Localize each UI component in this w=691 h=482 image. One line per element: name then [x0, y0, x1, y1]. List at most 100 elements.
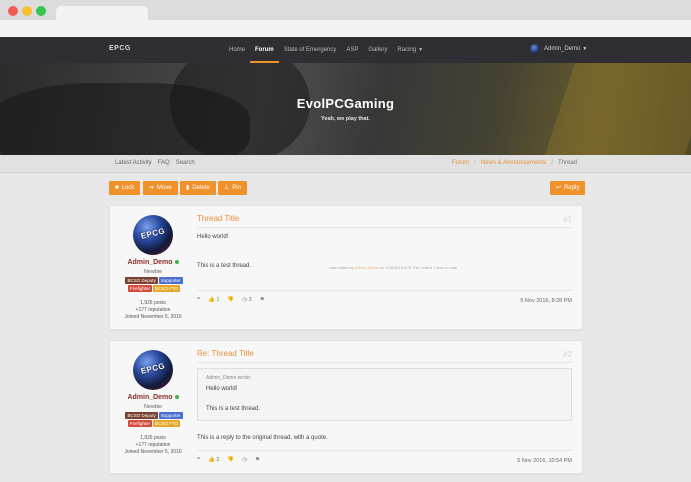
- avatar-logo-text: EPCG: [139, 361, 167, 376]
- breadcrumb-separator: /: [474, 160, 476, 166]
- clock-icon: ◷: [242, 457, 248, 463]
- view-button[interactable]: ◷ 3: [242, 297, 251, 303]
- author-post-count: 1,926 posts: [140, 435, 166, 441]
- thumbs-up-icon: 👍: [207, 457, 215, 463]
- nav-racing-label: Racing: [397, 47, 417, 53]
- breadcrumb-forum[interactable]: Forum: [452, 160, 469, 166]
- author-post-count: 1,926 posts: [140, 300, 166, 306]
- author-reputation: +177 reputation: [135, 307, 171, 313]
- post-text-line: This is a reply to the original thread, …: [197, 435, 328, 441]
- badge-firefighter: Firefighter: [127, 420, 153, 427]
- breadcrumb-news[interactable]: News & Announcements: [481, 160, 546, 166]
- quote-author: Admin_Demo wrote:: [206, 375, 252, 381]
- author-rank: Newbie: [143, 269, 163, 275]
- user-avatar-small: [530, 44, 540, 54]
- post-actions: ❝ 👍 1 👎 ◷ 3 ⚑: [197, 297, 265, 303]
- lock-button[interactable]: ■ Lock: [109, 181, 141, 195]
- edited-by-link[interactable]: Admin_Demo: [355, 265, 379, 270]
- minimize-window-dot[interactable]: [22, 6, 32, 16]
- author-rank: Newbie: [143, 404, 163, 410]
- maximize-window-dot[interactable]: [36, 6, 46, 16]
- quick-links: Latest Activity FAQ Search: [115, 160, 195, 166]
- author-name-label: Admin_Demo: [127, 259, 173, 266]
- author-badges: BCSO Deputy Supporter Firefighter BCSO F…: [123, 277, 185, 292]
- quote-text-line: This is a test thread.: [206, 406, 261, 412]
- badge-firefighter: Firefighter: [127, 285, 153, 292]
- chevron-down-icon: ▼: [582, 46, 588, 52]
- search-link[interactable]: Search: [176, 160, 195, 166]
- post-number[interactable]: #1: [563, 215, 572, 224]
- post-date: 5 Nov 2016, 8:28 PM: [520, 298, 572, 304]
- badge-supporter: Supporter: [158, 412, 183, 419]
- nav-racing[interactable]: Racing ▼: [392, 37, 428, 63]
- like-count: 2: [216, 457, 220, 463]
- site-title: EvolPCGaming: [296, 96, 395, 111]
- clock-icon: ◷: [242, 297, 248, 303]
- thumbs-down-icon[interactable]: 👎: [227, 297, 234, 303]
- lock-label: Lock: [121, 185, 135, 191]
- flag-icon[interactable]: ⚑: [255, 457, 260, 463]
- move-label: Move: [157, 185, 172, 191]
- thumbs-up-icon: 👍: [207, 297, 215, 303]
- user-menu[interactable]: Admin_Demo ▼: [530, 44, 587, 54]
- quote-text-line: Hello world!: [206, 386, 238, 392]
- author-reputation: +177 reputation: [135, 442, 171, 448]
- badge-bcso-fto: BCSO FTO: [153, 420, 181, 427]
- divider: [197, 227, 572, 228]
- divider: [197, 450, 572, 451]
- view-button[interactable]: ◷: [242, 457, 247, 463]
- quote-icon[interactable]: ❝: [197, 297, 200, 303]
- nav-state-of-emergency[interactable]: State of Emergency: [279, 37, 342, 63]
- brand-logo[interactable]: EPCG: [109, 45, 131, 52]
- author-name[interactable]: Admin_Demo: [110, 394, 196, 401]
- edited-suffix: on 11/6/2016 8:31 PM; edited 1 time in t…: [379, 265, 457, 270]
- breadcrumb: Forum / News & Announcements / Thread: [452, 160, 577, 166]
- lock-icon: ■: [115, 185, 119, 191]
- online-status-icon: [174, 395, 179, 400]
- like-count: 1: [216, 297, 220, 303]
- post-title[interactable]: Thread Title: [197, 214, 239, 223]
- author-name-label: Admin_Demo: [127, 394, 173, 401]
- reply-button[interactable]: ↩ Reply: [550, 181, 586, 195]
- author-joined: Joined November 5, 2016: [124, 314, 182, 320]
- divider: [197, 290, 572, 291]
- online-status-icon: [174, 260, 179, 265]
- browser-tab[interactable]: [56, 6, 148, 20]
- edited-notice: Last edited by Admin_Demo on 11/6/2016 8…: [197, 265, 572, 270]
- delete-button[interactable]: ▮ Delete: [180, 181, 216, 195]
- edited-prefix: Last edited by: [328, 265, 354, 270]
- breadcrumb-current: Thread: [557, 160, 577, 166]
- post-text-line: Hello world!: [197, 234, 229, 240]
- avatar[interactable]: EPCG: [133, 350, 173, 390]
- avatar-logo-text: EPCG: [139, 226, 167, 241]
- nav-asp[interactable]: ASP: [341, 37, 363, 63]
- post-number[interactable]: #2: [563, 350, 572, 359]
- post-title[interactable]: Re: Thread Title: [197, 349, 254, 358]
- nav-forum[interactable]: Forum: [250, 37, 279, 63]
- thumbs-down-icon[interactable]: 👎: [227, 457, 234, 463]
- close-window-dot[interactable]: [8, 6, 18, 16]
- flag-icon[interactable]: ⚑: [260, 297, 265, 303]
- quote-icon[interactable]: ❝: [197, 457, 200, 463]
- view-count: 3: [248, 297, 252, 303]
- like-button[interactable]: 👍 1: [208, 297, 219, 303]
- move-icon: ➔: [149, 185, 155, 191]
- pin-icon: ⊥: [224, 185, 230, 191]
- post-card: EPCG Admin_Demo Newbie BCSO Deputy Suppo…: [109, 205, 583, 330]
- browser-toolbar: [0, 20, 691, 37]
- reply-label: Reply: [564, 185, 580, 191]
- chevron-down-icon: ▼: [418, 47, 424, 53]
- post-card: EPCG Admin_Demo Newbie BCSO Deputy Suppo…: [109, 340, 583, 474]
- move-button[interactable]: ➔ Move: [143, 181, 178, 195]
- author-name[interactable]: Admin_Demo: [110, 259, 196, 266]
- pin-button[interactable]: ⊥ Pin: [218, 181, 247, 195]
- nav-gallery[interactable]: Gallery: [363, 37, 392, 63]
- faq-link[interactable]: FAQ: [158, 160, 170, 166]
- badge-supporter: Supporter: [158, 277, 183, 284]
- like-button[interactable]: 👍 2: [208, 457, 219, 463]
- post-actions: ❝ 👍 2 👎 ◷ ⚑: [197, 457, 260, 463]
- avatar[interactable]: EPCG: [133, 215, 173, 255]
- latest-activity-link[interactable]: Latest Activity: [115, 160, 152, 166]
- browser-chrome: [0, 0, 691, 37]
- nav-home[interactable]: Home: [224, 37, 250, 63]
